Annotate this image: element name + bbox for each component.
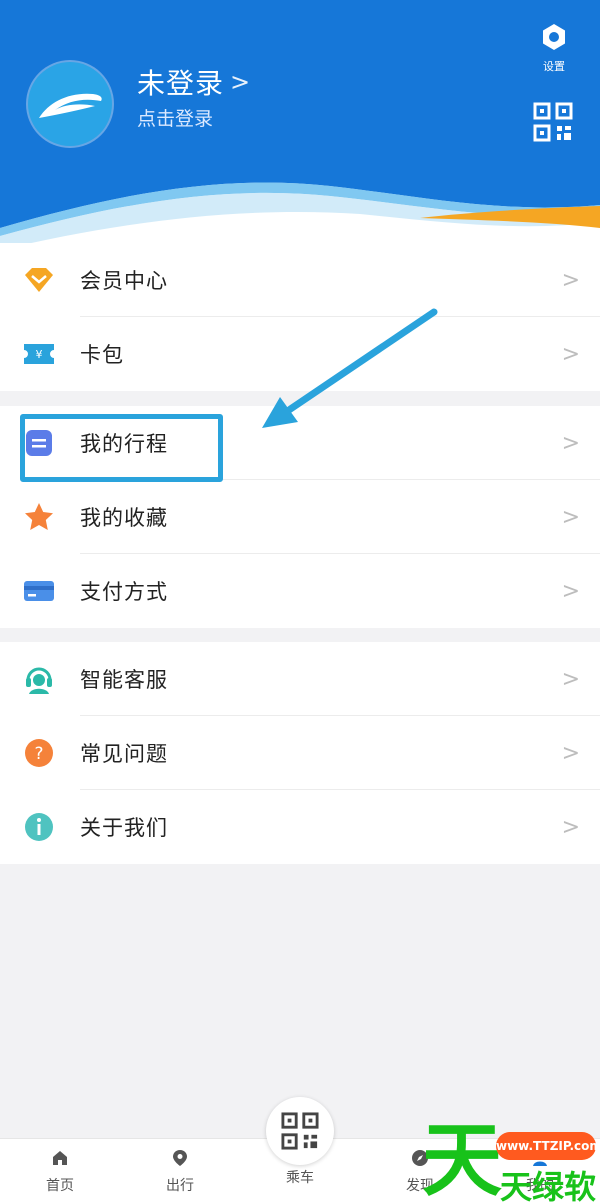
- login-title[interactable]: 未登录 >: [137, 62, 251, 102]
- menu-item-label: 智能客服: [80, 668, 168, 692]
- watermark-char: 天: [422, 1114, 502, 1204]
- login-title-text: 未登录: [137, 67, 225, 100]
- menu-item-payment-method[interactable]: 支付方式 >: [0, 554, 600, 628]
- svg-text:¥: ¥: [36, 348, 43, 361]
- watermark: 天 www.TTZIP.com 天绿软: [420, 1118, 600, 1204]
- menu-item-label: 我的收藏: [80, 506, 168, 530]
- avatar[interactable]: [28, 62, 112, 146]
- home-icon: [53, 1151, 67, 1165]
- chevron-right-icon: >: [561, 267, 580, 293]
- chevron-right-icon: >: [561, 430, 580, 456]
- watermark-url: www.TTZIP.com: [496, 1132, 600, 1160]
- menu-item-label: 关于我们: [80, 816, 168, 840]
- svg-text:?: ?: [34, 744, 43, 764]
- chevron-right-icon: >: [561, 578, 580, 604]
- location-pin-icon: [173, 1150, 187, 1166]
- card-icon: [22, 574, 56, 608]
- chevron-right-icon: >: [561, 504, 580, 530]
- menu-item-about-us[interactable]: 关于我们 >: [0, 790, 600, 864]
- chevron-right-icon: >: [561, 341, 580, 367]
- menu-group-support: 智能客服 > ? 常见问题 > 关于我们 >: [0, 642, 600, 864]
- chevron-right-icon: >: [561, 814, 580, 840]
- menu-item-faq[interactable]: ? 常见问题 >: [0, 716, 600, 790]
- menu-item-my-favorites[interactable]: 我的收藏 >: [0, 480, 600, 554]
- chevron-right-icon: >: [561, 740, 580, 766]
- chevron-right-icon: >: [230, 68, 252, 96]
- star-icon: [22, 500, 56, 534]
- ride-qr-button[interactable]: [266, 1097, 334, 1165]
- tab-label: 出行: [166, 1178, 194, 1194]
- settings-button[interactable]: 设置: [532, 22, 576, 74]
- watermark-brand: 天绿软: [500, 1168, 597, 1204]
- menu-item-smart-service[interactable]: 智能客服 >: [0, 642, 600, 716]
- menu-group-account: 会员中心 > ¥ 卡包 >: [0, 243, 600, 391]
- ticket-icon: ¥: [22, 337, 56, 371]
- tab-label: 首页: [46, 1178, 74, 1194]
- headset-icon: [22, 662, 56, 696]
- qr-code-icon: [533, 102, 573, 142]
- menu-item-card-wallet[interactable]: ¥ 卡包 >: [0, 317, 600, 391]
- diamond-icon: [22, 263, 56, 297]
- logo-icon: [39, 93, 102, 118]
- menu-item-label: 会员中心: [80, 269, 168, 293]
- highlight-box: [20, 414, 223, 482]
- tab-travel[interactable]: 出行: [145, 1149, 215, 1195]
- qr-code-icon: [281, 1112, 319, 1150]
- menu-item-label: 支付方式: [80, 580, 168, 604]
- login-subtitle[interactable]: 点击登录: [137, 104, 213, 131]
- qr-code-button[interactable]: [533, 102, 573, 146]
- settings-label: 设置: [543, 60, 565, 73]
- chevron-right-icon: >: [561, 666, 580, 692]
- profile-header: 未登录 > 点击登录 设置: [0, 0, 600, 250]
- gear-icon: [543, 24, 565, 50]
- tab-label: 乘车: [286, 1170, 314, 1186]
- tab-home[interactable]: 首页: [25, 1149, 95, 1195]
- menu-item-label: 卡包: [80, 343, 124, 367]
- menu-item-label: 常见问题: [80, 742, 168, 766]
- question-icon: ?: [22, 736, 56, 770]
- menu-item-member-center[interactable]: 会员中心 >: [0, 243, 600, 317]
- info-icon: [22, 810, 56, 844]
